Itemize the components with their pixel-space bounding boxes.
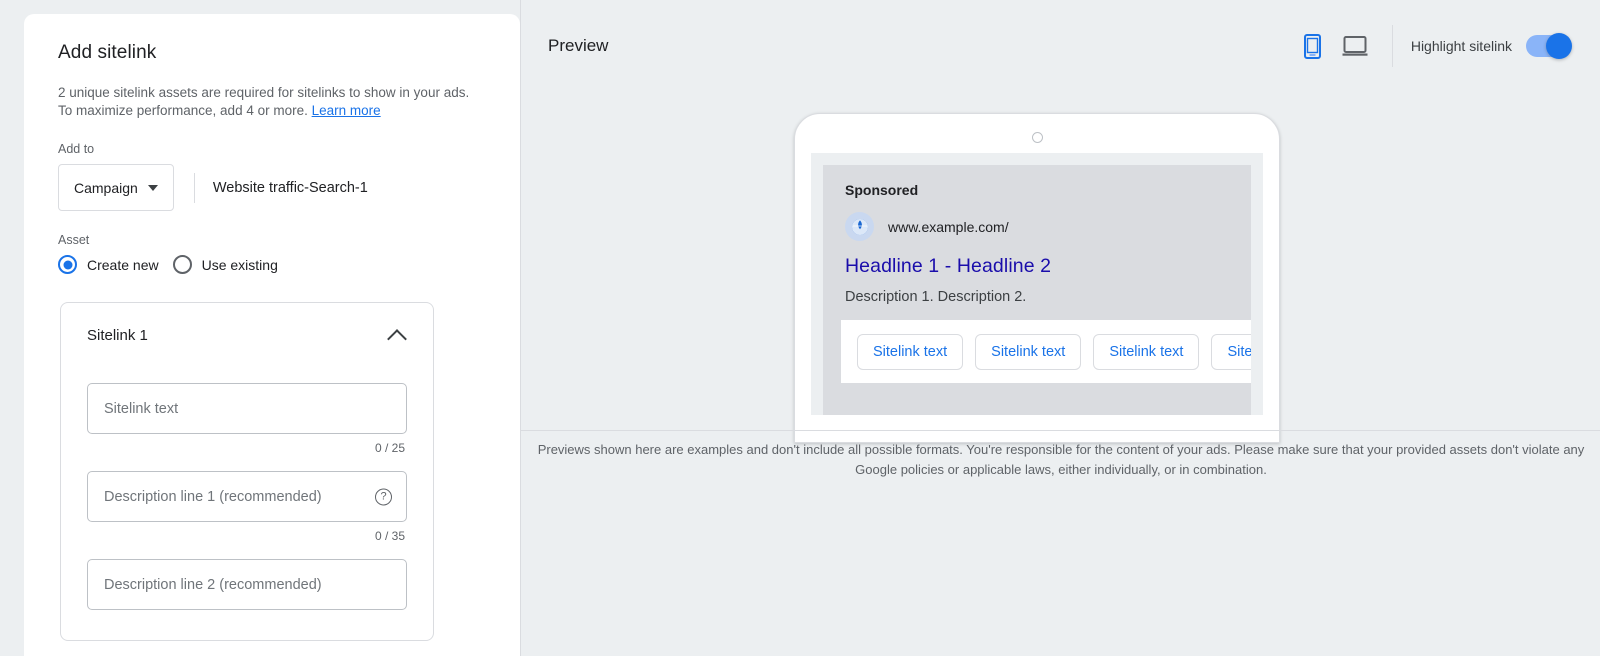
app-root: Add sitelink 2 unique sitelink assets ar… (0, 0, 1600, 656)
chevron-up-icon[interactable] (387, 325, 407, 345)
divider (193, 172, 195, 203)
description-line-1-placeholder: Description line 1 (recommended) (104, 488, 322, 505)
header-divider (1391, 25, 1393, 67)
add-to-campaign-name: Website traffic-Search-1 (212, 179, 368, 196)
preview-panel: Preview Highlight sitelink Sponsored www… (520, 0, 1600, 656)
toggle-knob (1546, 33, 1572, 59)
chevron-down-icon (147, 184, 158, 191)
sitelink-chip[interactable]: Sitelink text (857, 333, 964, 370)
add-to-select-value: Campaign (74, 179, 138, 196)
description-line-2-placeholder: Description line 2 (recommended) (104, 576, 322, 593)
highlight-sitelink-label: Highlight sitelink (1410, 38, 1512, 54)
highlight-sitelink-toggle[interactable] (1526, 33, 1572, 59)
sitelink-1-card: Sitelink 1 Sitelink text 0 / 25 Descript… (60, 302, 434, 642)
description-line-1-input[interactable]: Description line 1 (recommended) ? (87, 471, 407, 523)
radio-create-new[interactable]: Create new (58, 255, 159, 275)
ad-description: Description 1. Description 2. (845, 289, 1027, 305)
page-title: Add sitelink (58, 42, 157, 63)
add-sitelink-panel: Add sitelink 2 unique sitelink assets ar… (24, 14, 520, 656)
description-line-1-counter: 0 / 35 (374, 529, 405, 544)
dialog-description-text: 2 unique sitelink assets are required fo… (58, 85, 470, 119)
phone-mockup: Sponsored www.example.com/ Headline 1 - … (794, 113, 1280, 443)
ad-preview-card: Sponsored www.example.com/ Headline 1 - … (823, 165, 1251, 415)
add-to-select[interactable]: Campaign (58, 164, 174, 212)
phone-screen: Sponsored www.example.com/ Headline 1 - … (811, 153, 1263, 415)
sitelink-chip[interactable]: Sitelink text (1093, 333, 1200, 370)
sitelink-1-header[interactable]: Sitelink 1 (87, 325, 407, 345)
radio-use-existing-label: Use existing (201, 256, 278, 273)
radio-create-new-input[interactable] (58, 255, 77, 275)
ad-url: www.example.com/ (888, 218, 1009, 235)
description-line-2-input[interactable]: Description line 2 (recommended) (87, 559, 407, 611)
mobile-preview-button[interactable] (1292, 25, 1334, 67)
radio-use-existing[interactable]: Use existing (172, 255, 278, 275)
dialog-description: 2 unique sitelink assets are required fo… (58, 84, 486, 120)
camera-icon (1031, 132, 1043, 143)
sitelink-text-counter: 0 / 25 (374, 441, 405, 456)
add-to-label: Add to (58, 142, 95, 157)
help-icon[interactable]: ? (375, 488, 392, 506)
sponsored-label: Sponsored (845, 182, 919, 198)
sitelink-chip[interactable]: Sitelink text (975, 333, 1082, 370)
desktop-preview-icon (1342, 36, 1368, 56)
sitelink-chip-row: Sitelink text Sitelink text Sitelink tex… (841, 320, 1251, 383)
ad-headline[interactable]: Headline 1 - Headline 2 (845, 255, 1229, 278)
sitelink-1-title: Sitelink 1 (87, 326, 148, 344)
phone-frame: Sponsored www.example.com/ Headline 1 - … (794, 113, 1280, 443)
footer-divider (521, 430, 1600, 431)
mobile-preview-icon (1304, 33, 1322, 59)
preview-title: Preview (548, 36, 609, 55)
radio-use-existing-input[interactable] (172, 255, 192, 275)
learn-more-link[interactable]: Learn more (312, 103, 381, 118)
sitelink-text-input[interactable]: Sitelink text (87, 383, 407, 435)
desktop-preview-button[interactable] (1334, 25, 1376, 67)
globe-icon (845, 212, 874, 241)
preview-disclaimer: Previews shown here are examples and don… (537, 442, 1585, 478)
radio-create-new-label: Create new (87, 256, 159, 273)
asset-label: Asset (58, 233, 90, 248)
sitelink-chip[interactable]: Sitelink text (1211, 333, 1251, 370)
preview-header: Preview Highlight sitelink (521, 0, 1600, 92)
preview-controls: Highlight sitelink (1292, 25, 1572, 67)
ad-url-row: www.example.com/ (845, 212, 1229, 241)
asset-radio-group: Create new Use existing (58, 255, 486, 275)
sitelink-text-placeholder: Sitelink text (104, 400, 179, 417)
add-to-row: Campaign Website traffic-Search-1 (58, 164, 486, 212)
